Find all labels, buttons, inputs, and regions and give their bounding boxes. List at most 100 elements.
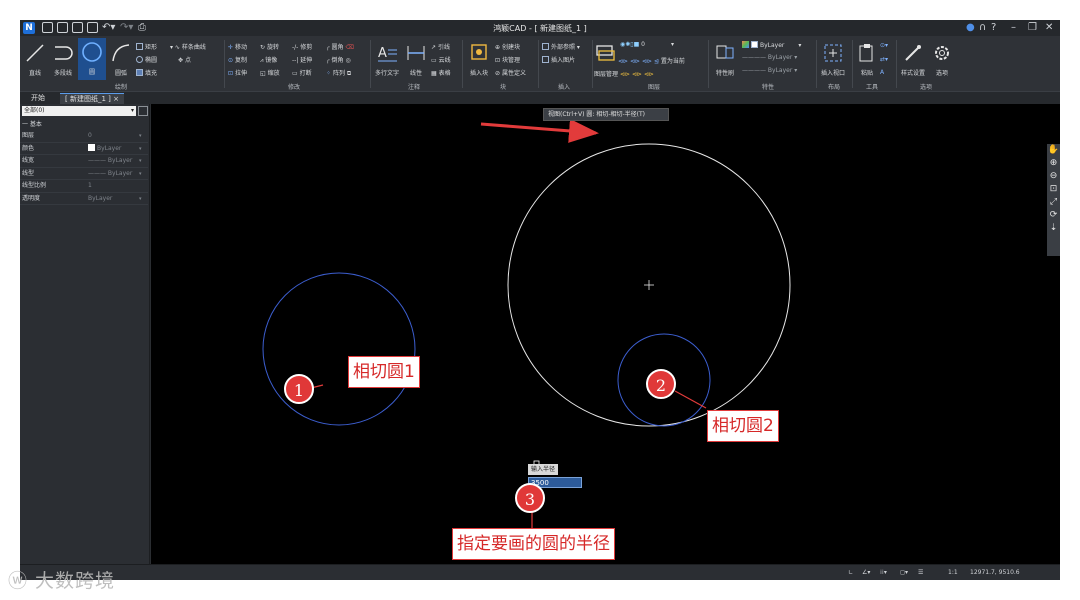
circle-tool-button[interactable]: 圆 (78, 38, 106, 80)
user-icon[interactable]: ● (966, 22, 975, 34)
zoom-out-icon[interactable]: ⊖ (1047, 170, 1060, 183)
line-tool-button[interactable]: 直线 (22, 42, 48, 77)
quick-select-icon[interactable] (138, 106, 148, 116)
tab-drawing-1[interactable]: [ 新建图纸_1 ] × (60, 93, 124, 104)
paste-icon (859, 44, 873, 62)
tab-start[interactable]: 开始 (26, 93, 50, 104)
xref-button[interactable]: 外部参照 ▾ (542, 42, 580, 51)
insert-image-button[interactable]: 插入图片 (542, 55, 575, 64)
property-row-layer[interactable]: 图层 0 ▾ (20, 130, 148, 143)
lineweight-dropdown[interactable]: ———— ByLayer ▾ (742, 67, 797, 74)
print-icon[interactable]: ⎙ (138, 22, 146, 34)
layer-tools-row[interactable]: ⊲⊳ ⊲⊳ ⊲⊳ ⊴ 置为当前 (618, 56, 685, 65)
polyline-tool-button[interactable]: 多段线 (50, 42, 76, 77)
spline-button[interactable]: ▾ ∿ 样条曲线 (170, 42, 206, 51)
coordinates-readout: 12971.7, 9510.6 (970, 569, 1020, 576)
layer-panel-icon-button[interactable] (594, 42, 615, 68)
property-row-linetype[interactable]: 线型 ——— ByLayer ▾ (20, 168, 148, 180)
match-properties-button[interactable]: 特性刷 (710, 42, 740, 77)
modify-group-title: 修改 (288, 84, 301, 91)
property-row-lineweight[interactable]: 线宽 ——— ByLayer ▾ (20, 155, 148, 168)
save-as-icon[interactable] (87, 22, 98, 33)
leader-button[interactable]: ↗ 引线 (431, 42, 450, 51)
hatch-button[interactable]: 填充 (136, 68, 157, 77)
create-block-button[interactable]: ⊕ 创建块 (495, 42, 520, 51)
tab-close-icon[interactable]: × (113, 95, 119, 103)
tangent-circle-1[interactable] (262, 272, 416, 426)
tools-transfer-icon[interactable]: ⇄▾ (880, 56, 888, 63)
close-icon[interactable]: ✕ (1045, 22, 1053, 34)
chamfer-button[interactable]: ╭ 倒角 ◎ (326, 55, 351, 64)
color-dropdown[interactable]: ByLayer ▾ (742, 41, 801, 49)
zoom-in-icon[interactable]: ⊕ (1047, 157, 1060, 170)
scale-button[interactable]: ◱ 缩放 (260, 68, 280, 77)
selection-dropdown[interactable]: 全部(0) ▾ (22, 106, 136, 116)
undo-icon[interactable]: ↶▾ (102, 22, 115, 34)
rectangle-button[interactable]: 矩形 (136, 42, 157, 51)
eraser-icon[interactable]: ⌫ (344, 44, 354, 51)
redo-icon[interactable]: ↷▾ (120, 22, 133, 34)
property-row-color[interactable]: 颜色 ByLayer ▾ (20, 143, 148, 155)
headset-icon[interactable]: ∩ (979, 22, 986, 34)
style-settings-button[interactable]: 样式设置 (898, 42, 928, 77)
more-icon[interactable]: ⇣ (1047, 222, 1060, 235)
trim-button[interactable]: -/- 修剪 (292, 42, 312, 51)
paste-button[interactable]: 粘贴 (854, 42, 880, 77)
extend-button[interactable]: --| 延伸 (292, 55, 312, 64)
callout-badge-1: 1 (284, 374, 314, 404)
cad-app-window: N ↶▾ ↷▾ ⎙ 鸿颖CAD - [ 新建图纸_1 ] ● ∩ ? – ❐ ✕… (20, 20, 1060, 580)
mirror-button[interactable]: ⩘ 镜像 (260, 55, 277, 65)
move-button[interactable]: ✛ 移动 (228, 42, 247, 51)
break-button[interactable]: ▭ 打断 (292, 68, 312, 77)
window-title: 鸿颖CAD - [ 新建图纸_1 ] (493, 24, 587, 33)
callout-badge-2: 2 (646, 369, 676, 399)
menu-icon[interactable]: ☰ (918, 569, 923, 576)
minimize-icon[interactable]: – (1011, 22, 1016, 34)
insert-block-button[interactable]: 插入块 (466, 42, 492, 77)
rotate-button[interactable]: ↻ 旋转 (260, 42, 279, 51)
orbit-icon[interactable]: ⟳ (1047, 209, 1060, 222)
polar-icon[interactable]: ∠▾ (862, 569, 870, 576)
property-row-transparency[interactable]: 透明度 ByLayer ▾ (20, 193, 148, 205)
layer-manager-button[interactable]: 图层管理 ⊲⊳ ⊲⊳ ⊲⊳ (594, 69, 654, 78)
offset-icon[interactable]: ◎ (344, 57, 350, 64)
tools-extra-icon[interactable]: ⊙▾ (880, 42, 888, 49)
tools-text-icon[interactable]: A (880, 69, 884, 76)
pan-icon[interactable]: ✋ (1047, 144, 1060, 157)
options-button[interactable]: 选项 (929, 42, 955, 77)
open-file-icon[interactable] (57, 22, 68, 33)
ortho-icon[interactable]: ∟ (848, 569, 853, 576)
linetype-dropdown[interactable]: ———— ByLayer ▾ (742, 54, 797, 61)
ellipse-button[interactable]: 椭圆 (136, 55, 157, 64)
new-file-icon[interactable] (42, 22, 53, 33)
drawing-canvas[interactable]: 视图(Ctrl+V) 圆: 相切-相切-半径(T) 相切圆1 1 2 相切圆2 … (151, 104, 1060, 564)
drawing-layer (262, 118, 791, 530)
layer-dropdown[interactable]: ◉✺▯■ 0 ▾ (620, 41, 674, 48)
fillet-button[interactable]: ╭ 圆角 ⌫ (326, 42, 354, 51)
property-row-linetype-scale[interactable]: 线型比例 1 (20, 180, 148, 193)
zoom-extents-icon[interactable]: ⤢ (1047, 196, 1060, 209)
copy-button[interactable]: ⊙ 复制 (228, 55, 247, 64)
block-manager-button[interactable]: ⊡ 块管理 (495, 55, 520, 64)
restore-icon[interactable]: ❐ (1028, 22, 1037, 34)
osnap-icon[interactable]: ◻▾ (900, 569, 908, 576)
table-button[interactable]: ▦ 表格 (431, 68, 451, 77)
mtext-button[interactable]: A 多行文字 (372, 42, 402, 77)
view-control-bar[interactable]: 视图(Ctrl+V) 圆: 相切-相切-半径(T) (543, 108, 669, 121)
zoom-window-icon[interactable]: ⊡ (1047, 183, 1060, 196)
attdef-button[interactable]: ⊘ 属性定义 (495, 68, 526, 77)
save-icon[interactable] (72, 22, 83, 33)
arc-tool-button[interactable]: 圆弧 (108, 42, 134, 77)
point-button[interactable]: ✥ 点 (178, 55, 191, 64)
stretch-button[interactable]: ⊡ 拉伸 (228, 68, 247, 77)
help-icon[interactable]: ? (991, 22, 996, 34)
scale-readout[interactable]: 1:1 (948, 569, 958, 576)
section-basic[interactable]: 一 基本 (22, 119, 42, 128)
array-button[interactable]: ⁘ 阵列 ⧉ (326, 68, 351, 78)
rotate-icon: ↻ (260, 44, 267, 51)
insert-viewport-button[interactable]: 插入视口 (818, 42, 848, 77)
revcloud-button[interactable]: ▭ 云线 (431, 55, 451, 64)
explode-icon[interactable]: ⧉ (345, 70, 351, 77)
grid-icon[interactable]: ⁞⁞▾ (880, 569, 887, 576)
linear-dim-button[interactable]: 线性 (403, 42, 429, 77)
